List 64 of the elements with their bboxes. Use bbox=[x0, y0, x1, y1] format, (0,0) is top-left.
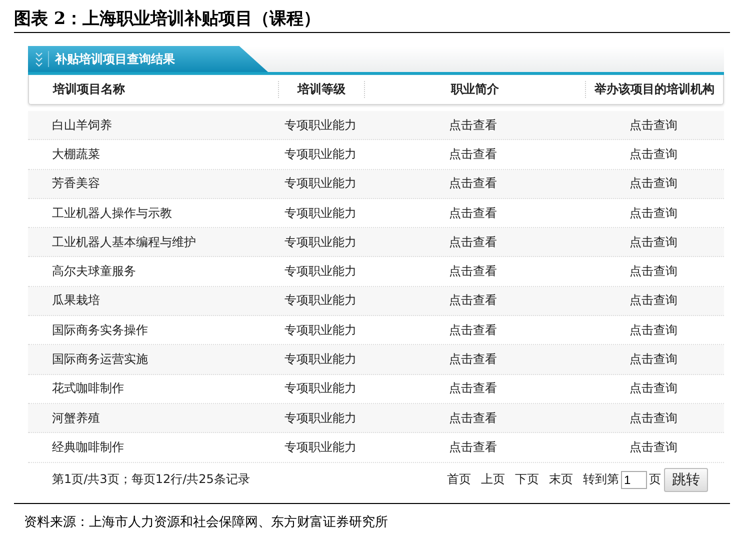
table-link[interactable]: 点击查看 bbox=[449, 146, 497, 161]
table-cell: 工业机器人操作与示教 bbox=[52, 206, 172, 220]
table-cell: 工业机器人基本编程与维护 bbox=[52, 234, 196, 249]
table-cell: 经典咖啡制作 bbox=[52, 440, 124, 454]
table-cell: 高尔夫球童服务 bbox=[52, 264, 136, 278]
figure-title: 图表 2：上海职业培训补贴项目（课程） bbox=[14, 8, 322, 31]
pager-link[interactable]: 上页 bbox=[481, 471, 505, 488]
table-cell: 花式咖啡制作 bbox=[52, 381, 124, 396]
table-cell: 白山羊饲养 bbox=[52, 118, 112, 132]
page-summary: 第1页/共3页；每页12行/共25条记录 bbox=[52, 471, 250, 488]
table-cell: 专项职业能力 bbox=[284, 176, 356, 190]
table-link[interactable]: 点击查看 bbox=[449, 118, 497, 132]
table-cell: 专项职业能力 bbox=[284, 146, 356, 161]
page-input[interactable]: 1 bbox=[621, 470, 647, 489]
table-link[interactable]: 点击查看 bbox=[449, 440, 497, 454]
table-link[interactable]: 点击查看 bbox=[449, 264, 497, 278]
table-cell: 专项职业能力 bbox=[284, 440, 356, 454]
pager-link[interactable]: 末页 bbox=[549, 471, 573, 488]
table-cell: 专项职业能力 bbox=[284, 234, 356, 249]
table-cell: 专项职业能力 bbox=[284, 293, 356, 308]
table-cell: 专项职业能力 bbox=[284, 264, 356, 278]
table-link[interactable]: 点击查看 bbox=[449, 176, 497, 190]
table-link[interactable]: 点击查询 bbox=[630, 118, 678, 132]
table-link[interactable]: 点击查看 bbox=[449, 293, 497, 308]
table-cell: 专项职业能力 bbox=[284, 322, 356, 337]
pager-link[interactable]: 首页 bbox=[447, 471, 471, 488]
table-cell: 河蟹养殖 bbox=[52, 410, 100, 425]
chevron-icon bbox=[34, 51, 49, 67]
table-link[interactable]: 点击查询 bbox=[630, 176, 678, 190]
column-header: 举办该项目的培训机构 bbox=[594, 81, 716, 98]
table-cell: 专项职业能力 bbox=[284, 206, 356, 220]
table-link[interactable]: 点击查询 bbox=[630, 234, 678, 249]
table-link[interactable]: 点击查询 bbox=[630, 293, 678, 308]
column-header: 职业简介 bbox=[365, 81, 586, 98]
table-cell: 瓜果栽培 bbox=[52, 293, 100, 308]
table-link[interactable]: 点击查询 bbox=[630, 440, 678, 454]
table-cell: 专项职业能力 bbox=[284, 381, 356, 396]
table-link[interactable]: 点击查询 bbox=[630, 264, 678, 278]
table-link[interactable]: 点击查询 bbox=[630, 146, 678, 161]
table-cell: 专项职业能力 bbox=[284, 410, 356, 425]
jump-button[interactable]: 跳转 bbox=[664, 468, 708, 492]
source-note: 资料来源：上海市人力资源和社会保障网、东方财富证券研究所 bbox=[23, 514, 389, 531]
table-link[interactable]: 点击查询 bbox=[630, 352, 678, 366]
goto-label: 转到第 bbox=[583, 471, 619, 488]
table-link[interactable]: 点击查看 bbox=[449, 410, 497, 425]
pager-link[interactable]: 下页 bbox=[515, 471, 539, 488]
table-link[interactable]: 点击查询 bbox=[630, 381, 678, 396]
page-label: 页 bbox=[649, 471, 661, 488]
table-link[interactable]: 点击查看 bbox=[449, 206, 497, 220]
table-cell: 国际商务实务操作 bbox=[52, 322, 148, 337]
table-link[interactable]: 点击查看 bbox=[449, 234, 497, 249]
table-link[interactable]: 点击查询 bbox=[630, 322, 678, 337]
table-link[interactable]: 点击查询 bbox=[630, 410, 678, 425]
column-header: 培训等级 bbox=[279, 81, 365, 98]
table-cell: 专项职业能力 bbox=[284, 352, 356, 366]
table-link[interactable]: 点击查看 bbox=[449, 322, 497, 337]
table-cell: 芳香美容 bbox=[52, 176, 100, 190]
table-link[interactable]: 点击查看 bbox=[449, 352, 497, 366]
table-cell: 大棚蔬菜 bbox=[52, 146, 100, 161]
table-cell: 国际商务运营实施 bbox=[52, 352, 148, 366]
table-link[interactable]: 点击查看 bbox=[449, 381, 497, 396]
column-header: 培训项目名称 bbox=[29, 81, 279, 98]
table-link[interactable]: 点击查询 bbox=[630, 206, 678, 220]
table-cell: 专项职业能力 bbox=[284, 118, 356, 132]
